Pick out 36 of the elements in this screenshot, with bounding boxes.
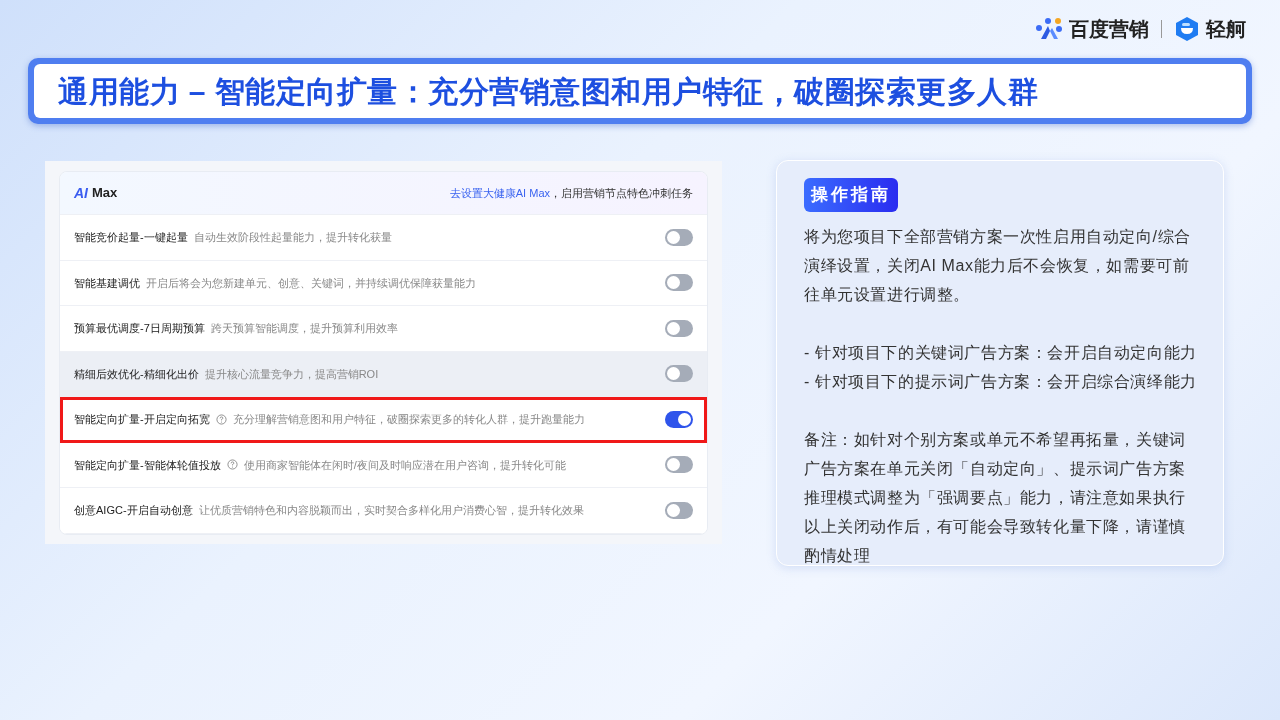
- logo-icon: [1035, 17, 1063, 41]
- setting-description: 自动生效阶段性起量能力，提升转化获量: [193, 230, 392, 245]
- brand-name: 百度营销: [1069, 17, 1149, 42]
- setting-title: 智能定向扩量-开启定向拓宽: [74, 412, 210, 427]
- ai-logo: AI: [74, 183, 88, 203]
- setting-title: 精细后效优化-精细化出价: [74, 366, 199, 382]
- link-note: ，启用营销节点特色冲刺任务: [550, 185, 693, 201]
- setting-description: 使用商家智能体在闲时/夜间及时响应潜在用户咨询，提升转化可能: [243, 457, 566, 473]
- setting-description: 让优质营销特色和内容脱颖而出，实时契合多样化用户消费心智，提升转化效果: [198, 503, 584, 518]
- setting-description: 开启后将会为您新建单元、创意、关键词，并持续调优保障获量能力: [146, 275, 476, 291]
- headline: 通用能力 – 智能定向扩量：充分营销意图和用户特征，破圈探索更多人群: [58, 73, 1039, 110]
- toggle-switch[interactable]: [665, 501, 693, 519]
- toggle-switch[interactable]: [665, 365, 693, 383]
- guide-paragraph: 备注：如针对个别方案或单元不希望再拓量，关键词广告方案在单元关闭「自动定向」、提示词广告方案推理模式调整为「强调要点」能力，请注意如果执行以上关闭动作后，有可能会导致转化量下降，请谨慎酌情处理: [804, 429, 1187, 566]
- setting-description: 跨天预算智能调度，提升预算利用效率: [210, 321, 398, 336]
- setting-description: 充分理解营销意图和用户特征，破圈探索更多的转化人群，提升跑量能力: [232, 412, 585, 427]
- settings-link[interactable]: 去设置大健康AI Max: [449, 184, 550, 202]
- setting-description: 提升核心流量竞争力，提高营销ROI: [204, 366, 379, 382]
- guide-paragraph: - 针对项目下的关键词广告方案：会开启自动定向能力 - 针对项目下的提示词广告方案：会开启综合演绎能力: [804, 342, 1198, 392]
- setting-title: 预算最优调度-7日周期预算: [74, 321, 205, 336]
- toggle-switch[interactable]: [665, 274, 693, 292]
- product-name: 轻舸: [1206, 17, 1246, 42]
- shield-logo-icon: [1174, 16, 1200, 42]
- toggle-switch[interactable]: [665, 319, 693, 337]
- setting-title: 智能基建调优: [74, 275, 140, 291]
- card-title: Max: [92, 184, 118, 203]
- guide-tag: 操作指南: [804, 178, 898, 212]
- guide-paragraph: 将为您项目下全部营销方案一次性启用自动定向/综合演绎设置，关闭AI Max能力后不会恢复，如需要可前往单元设置进行调整。: [804, 226, 1192, 305]
- setting-title: 创意AIGC-开启自动创意: [74, 503, 193, 518]
- help-icon[interactable]: [215, 413, 227, 425]
- toggle-switch[interactable]: [665, 228, 693, 246]
- toggle-switch[interactable]: [665, 410, 693, 428]
- help-icon[interactable]: [226, 459, 238, 471]
- setting-title: 智能竞价起量-一键起量: [74, 230, 188, 245]
- toggle-switch[interactable]: [665, 456, 693, 474]
- setting-title: 智能定向扩量-智能体轮值投放: [74, 457, 221, 473]
